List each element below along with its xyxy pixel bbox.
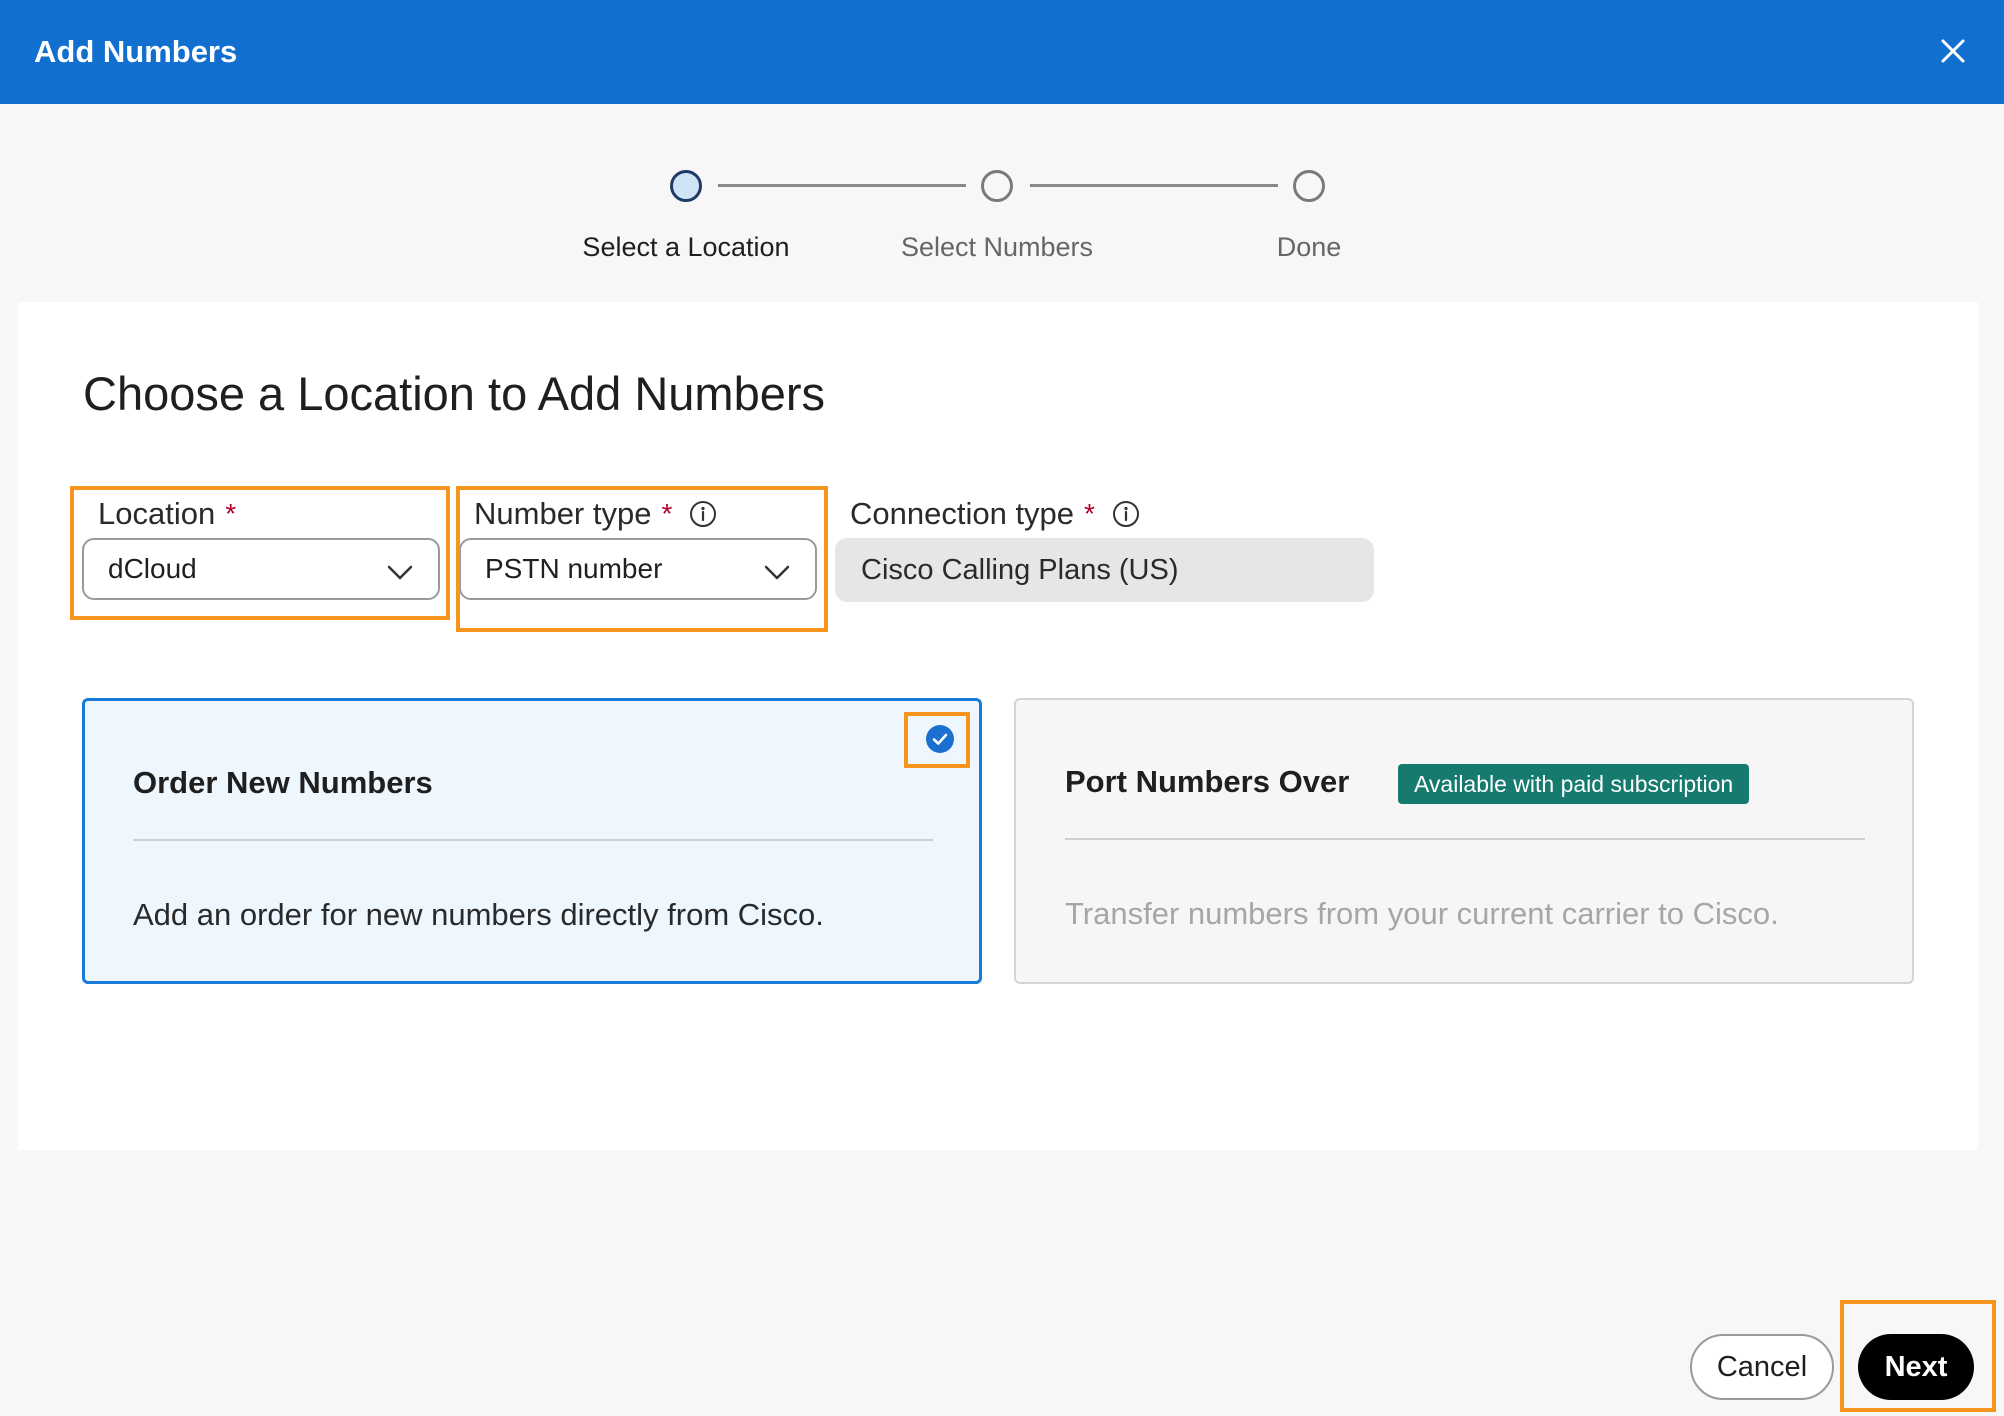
location-select[interactable]: dCloud [82, 538, 440, 600]
port-numbers-over-description: Transfer numbers from your current carri… [1065, 896, 1779, 931]
location-label: Location * [98, 496, 236, 532]
required-mark: * [1084, 498, 1095, 529]
connection-type-field: Cisco Calling Plans (US) [835, 538, 1374, 602]
step-label-done: Done [1276, 232, 1342, 262]
step-dot-select-numbers [981, 170, 1013, 202]
next-button[interactable]: Next [1858, 1334, 1974, 1400]
number-type-select-value: PSTN number [485, 553, 663, 584]
card-divider [1065, 838, 1865, 840]
chevron-down-icon [764, 565, 790, 580]
cancel-button[interactable]: Cancel [1690, 1334, 1834, 1400]
port-numbers-over-title: Port Numbers Over [1065, 764, 1350, 799]
step-connector [718, 184, 966, 187]
step-dot-select-location [670, 170, 702, 202]
step-connector [1030, 184, 1278, 187]
connection-type-label: Connection type * [850, 496, 1141, 532]
close-button[interactable] [1928, 26, 1978, 76]
page-title: Choose a Location to Add Numbers [83, 367, 826, 420]
required-mark: * [661, 498, 673, 529]
connection-type-label-text: Connection type [850, 496, 1075, 531]
port-numbers-over-card: Port Numbers Over Available with paid su… [1014, 698, 1914, 984]
info-icon[interactable] [1111, 499, 1141, 529]
required-mark: * [225, 498, 237, 529]
step-dot-done [1293, 170, 1325, 202]
location-label-text: Location [98, 496, 216, 531]
number-type-label: Number type * [474, 496, 718, 532]
order-new-numbers-title: Order New Numbers [133, 765, 433, 800]
info-icon[interactable] [688, 499, 718, 529]
connection-type-value: Cisco Calling Plans (US) [861, 553, 1179, 586]
dialog-title: Add Numbers [34, 34, 238, 69]
step-label-select-location: Select a Location [582, 232, 790, 262]
check-circle-icon [926, 725, 954, 753]
card-divider [133, 839, 933, 841]
order-new-numbers-card[interactable]: Order New Numbers Add an order for new n… [82, 698, 982, 984]
step-label-select-numbers: Select Numbers [900, 232, 1094, 262]
number-type-label-text: Number type [474, 496, 652, 531]
order-new-numbers-description: Add an order for new numbers directly fr… [133, 897, 824, 932]
chevron-down-icon [387, 565, 413, 580]
paid-subscription-badge: Available with paid subscription [1398, 764, 1750, 804]
location-select-value: dCloud [108, 553, 197, 584]
close-icon[interactable] [1940, 38, 1966, 64]
number-type-select[interactable]: PSTN number [459, 538, 817, 600]
dialog-header: Add Numbers [0, 0, 2004, 104]
